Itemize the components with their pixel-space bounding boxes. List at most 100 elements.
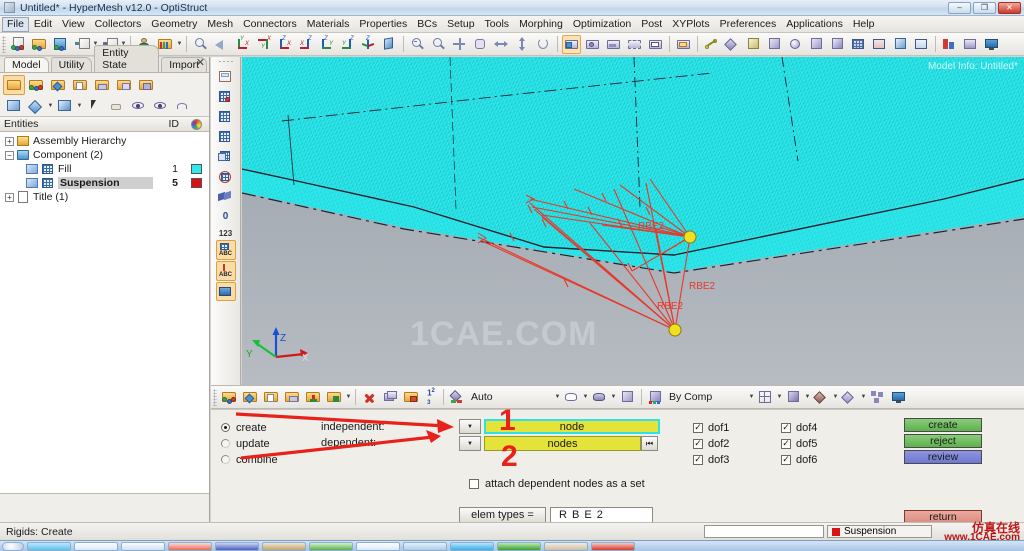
view-iso-icon[interactable]: Z bbox=[359, 35, 378, 54]
zoom-window-icon[interactable] bbox=[408, 35, 427, 54]
quality-icon[interactable] bbox=[940, 35, 959, 54]
wireframe-icon[interactable] bbox=[562, 388, 581, 407]
menu-item-morphing[interactable]: Morphing bbox=[514, 17, 568, 32]
eraser-icon[interactable] bbox=[105, 96, 127, 116]
tab-model[interactable]: Model bbox=[4, 57, 49, 72]
view-normal-icon[interactable] bbox=[380, 35, 399, 54]
assembly-icon[interactable] bbox=[25, 75, 47, 95]
start-button[interactable] bbox=[2, 541, 24, 551]
tree-row-fill[interactable]: Fill 1 bbox=[0, 162, 209, 176]
menu-item-setup[interactable]: Setup bbox=[442, 17, 479, 32]
taskbar-item[interactable] bbox=[497, 541, 541, 551]
feature-angle-icon[interactable] bbox=[216, 147, 236, 166]
menu-item-collectors[interactable]: Collectors bbox=[90, 17, 147, 32]
zoom-fit-icon[interactable] bbox=[191, 35, 210, 54]
shaded-icon[interactable] bbox=[618, 388, 637, 407]
import-comp-icon[interactable] bbox=[304, 388, 323, 407]
attach-set-checkbox[interactable] bbox=[469, 479, 479, 489]
unmask-icon[interactable] bbox=[765, 35, 784, 54]
shrink-elements-icon[interactable] bbox=[216, 187, 236, 206]
menu-item-edit[interactable]: Edit bbox=[29, 17, 57, 32]
wire-cube-icon[interactable] bbox=[756, 388, 775, 407]
title-icon[interactable] bbox=[69, 75, 91, 95]
open-model-icon[interactable] bbox=[30, 35, 49, 54]
dof1-checkbox[interactable]: ✓ bbox=[693, 422, 703, 433]
dependent-reset-icon[interactable]: ⏮ bbox=[641, 436, 658, 451]
taskbar-item[interactable] bbox=[309, 541, 353, 551]
organize-icon[interactable] bbox=[325, 388, 344, 407]
menu-item-help[interactable]: Help bbox=[848, 17, 880, 32]
surface-caret-icon[interactable]: ▼ bbox=[832, 389, 839, 406]
reflect-icon[interactable] bbox=[381, 388, 400, 407]
expander-icon[interactable]: + bbox=[5, 192, 14, 202]
tree-row-assembly-hierarchy[interactable]: + Assembly Hierarchy bbox=[0, 134, 209, 148]
element-id-icon[interactable]: 123 bbox=[216, 227, 236, 239]
radio-button[interactable] bbox=[221, 439, 230, 448]
check-icon[interactable] bbox=[961, 35, 980, 54]
taskbar-item[interactable] bbox=[27, 541, 71, 551]
toolbar-grip[interactable] bbox=[2, 35, 6, 53]
shell-plate-caret-icon[interactable]: ▼ bbox=[860, 389, 867, 406]
radio-combine[interactable]: combine bbox=[221, 452, 278, 467]
taskbar-item[interactable] bbox=[74, 541, 118, 551]
geometry-color-icon[interactable] bbox=[216, 87, 236, 106]
taskbar-item[interactable] bbox=[356, 541, 400, 551]
info-icon[interactable] bbox=[982, 35, 1001, 54]
menu-item-mesh[interactable]: Mesh bbox=[202, 17, 238, 32]
dof6-row[interactable]: ✓ dof6 bbox=[781, 452, 817, 467]
view-xz-icon[interactable]: ZX bbox=[275, 35, 294, 54]
dof3-checkbox[interactable]: ✓ bbox=[693, 454, 703, 465]
review-button[interactable]: review bbox=[904, 450, 982, 464]
circle-zoom-icon[interactable] bbox=[429, 35, 448, 54]
view-xy-icon[interactable]: YX bbox=[233, 35, 252, 54]
tree-row-suspension[interactable]: Suspension 5 bbox=[0, 176, 209, 190]
include-icon[interactable] bbox=[113, 75, 135, 95]
capture-window-icon[interactable] bbox=[583, 35, 602, 54]
mesh-mode-caret-icon[interactable]: ▼ bbox=[554, 389, 561, 406]
fit-view-icon[interactable] bbox=[450, 35, 469, 54]
menu-item-view[interactable]: View bbox=[57, 17, 90, 32]
solid-cube-icon[interactable] bbox=[784, 388, 803, 407]
taskbar-item[interactable] bbox=[168, 541, 212, 551]
independent-dropdown-icon[interactable]: ▼ bbox=[459, 419, 481, 434]
node-id-icon[interactable]: 0 bbox=[216, 207, 236, 226]
solver-icon[interactable] bbox=[91, 75, 113, 95]
tab-utility[interactable]: Utility bbox=[50, 57, 93, 72]
userpage-caret-icon[interactable]: ▼ bbox=[176, 36, 183, 53]
color-mode-icon[interactable] bbox=[646, 388, 665, 407]
solid-cube-caret-icon[interactable]: ▼ bbox=[804, 389, 811, 406]
taskbar-item[interactable] bbox=[262, 541, 306, 551]
capture-select-icon[interactable] bbox=[625, 35, 644, 54]
isolate-only-icon[interactable] bbox=[149, 96, 171, 116]
radio-button[interactable] bbox=[221, 455, 230, 464]
show-hide-icon[interactable] bbox=[127, 96, 149, 116]
status-input[interactable] bbox=[704, 525, 824, 538]
menu-item-xyplots[interactable]: XYPlots bbox=[667, 17, 714, 32]
color-swatch[interactable] bbox=[190, 178, 202, 188]
minimize-button[interactable]: – bbox=[948, 1, 971, 14]
elem-types-value[interactable]: R B E 2 bbox=[550, 507, 653, 523]
previous-view-icon[interactable] bbox=[212, 35, 231, 54]
model-browser-icon[interactable] bbox=[3, 75, 25, 95]
cube-icon[interactable] bbox=[807, 35, 826, 54]
label-abc-icon[interactable]: ABC bbox=[215, 240, 236, 260]
collectors-icon[interactable] bbox=[220, 388, 239, 407]
new-model-icon[interactable] bbox=[9, 35, 28, 54]
arrow-translate-icon[interactable] bbox=[492, 35, 511, 54]
view-yz-icon[interactable]: ZY bbox=[338, 35, 357, 54]
display-icon[interactable] bbox=[912, 35, 931, 54]
menu-item-post[interactable]: Post bbox=[636, 17, 667, 32]
graphics-viewport[interactable]: 1CAE.COM Model Info: Untitled* RBE2 RBE2… bbox=[242, 57, 1024, 385]
color-mode-caret-icon[interactable]: ▼ bbox=[748, 389, 755, 406]
taskbar-item[interactable] bbox=[403, 541, 447, 551]
dof4-checkbox[interactable]: ✓ bbox=[781, 422, 791, 433]
menu-item-file[interactable]: File bbox=[2, 16, 29, 32]
view-zy-icon[interactable]: ZY bbox=[317, 35, 336, 54]
tag-abc-icon[interactable]: ABC bbox=[215, 261, 236, 281]
renumber-icon[interactable] bbox=[402, 388, 421, 407]
menu-item-properties[interactable]: Properties bbox=[354, 17, 412, 32]
tree-row-component[interactable]: − Component (2) bbox=[0, 148, 209, 162]
dof3-row[interactable]: ✓ dof3 bbox=[693, 452, 729, 467]
menu-item-preferences[interactable]: Preferences bbox=[715, 17, 782, 32]
dof1-row[interactable]: ✓ dof1 bbox=[693, 420, 729, 435]
